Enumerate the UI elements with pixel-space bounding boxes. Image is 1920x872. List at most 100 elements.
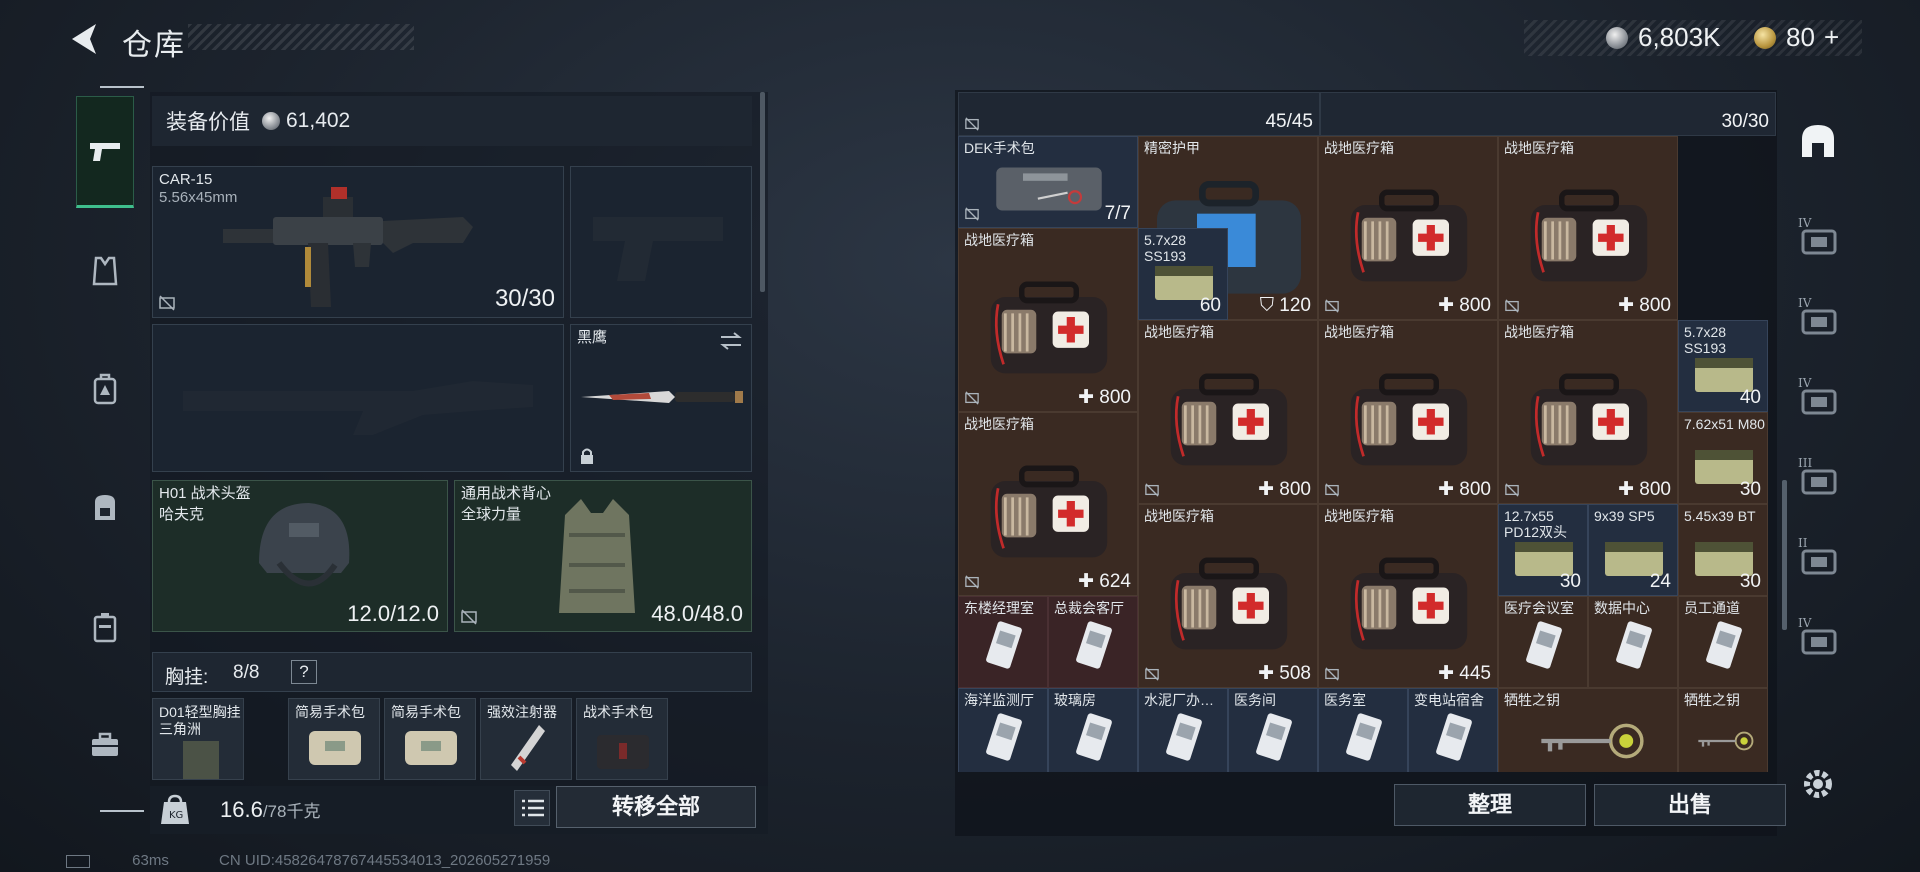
keycard-icon xyxy=(1166,713,1202,761)
item-name: 战地医疗箱 xyxy=(964,232,1034,248)
tactical-kit-icon xyxy=(597,735,649,769)
settings-gear-icon[interactable] xyxy=(1800,766,1836,802)
item-value: ✚ 800 xyxy=(1618,295,1671,316)
stash-item-med[interactable]: 战地医疗箱 ✚ 508 xyxy=(1138,504,1318,688)
list-icon xyxy=(522,799,544,817)
weight-icon: KG xyxy=(161,794,189,824)
rifle-icon xyxy=(223,187,473,307)
ammo-count: 45/45 xyxy=(1265,111,1313,132)
stash-tab-tier[interactable]: IV xyxy=(1788,608,1848,670)
stash-item-key[interactable]: 牺牲之钥 xyxy=(1498,688,1678,772)
first-aid-kit-icon xyxy=(1350,557,1468,650)
stash-item-key[interactable]: 牺牲之钥 xyxy=(1678,688,1768,772)
stash-scrollbar[interactable] xyxy=(1782,480,1787,630)
stash-tab-tier[interactable]: III xyxy=(1788,448,1848,510)
key-icon xyxy=(1698,731,1754,751)
helmet-durability: 12.0/12.0 xyxy=(347,601,439,626)
stash-item-med[interactable]: 战地医疗箱 ✚ 800 xyxy=(1318,320,1498,504)
helmet-slot[interactable]: H01 战术头盔 哈夫克 12.0/12.0 xyxy=(152,480,448,632)
stash-item-med[interactable]: 战地医疗箱 ✚ 800 xyxy=(1498,136,1678,320)
transfer-all-button[interactable]: 转移全部 xyxy=(556,786,756,828)
stash-item-med[interactable]: 战地医疗箱 ✚ 800 xyxy=(1318,136,1498,320)
stash-item-ammo[interactable]: 5.7x28 SS193 60 xyxy=(1138,228,1228,320)
stash-item-med[interactable]: 战地医疗箱 ✚ 800 xyxy=(1138,320,1318,504)
stash-item-ammo[interactable]: 5.45x39 BT 30 xyxy=(1678,504,1768,596)
tab-backpack[interactable] xyxy=(76,478,134,536)
vault-icon xyxy=(1802,125,1834,157)
item-art xyxy=(1149,711,1219,768)
stash-item-card[interactable]: 海洋监测厅 xyxy=(958,688,1048,772)
pocket-slot[interactable]: 简易手术包 xyxy=(384,698,476,780)
stash-item-card[interactable]: 医务间 xyxy=(1228,688,1318,772)
stash-item-card[interactable]: 玻璃房 xyxy=(1048,688,1138,772)
stash-item-card[interactable]: 水泥厂办… xyxy=(1138,688,1228,772)
stash-item-med[interactable]: 战地医疗箱 ✚ 800 xyxy=(958,228,1138,412)
stash-cell[interactable]: 30/30 xyxy=(1320,92,1776,136)
pocket-slot[interactable]: 强效注射器 xyxy=(480,698,572,780)
stash-item-med[interactable]: 战地医疗箱 ✚ 800 xyxy=(1498,320,1678,504)
item-art xyxy=(969,619,1039,676)
stash-item-ammo[interactable]: 12.7x55 PD12双头 30 xyxy=(1498,504,1588,596)
stash-item-card[interactable]: 总裁会客厅 xyxy=(1048,596,1138,688)
pocket-slot[interactable]: 战术手术包 xyxy=(576,698,668,780)
surgery-kit-icon xyxy=(309,731,361,765)
vest-icon xyxy=(559,499,635,613)
item-name: 5.45x39 BT xyxy=(1684,508,1756,524)
no-insurance-icon xyxy=(965,207,979,221)
vest-brand: 全球力量 xyxy=(461,506,522,523)
sell-button[interactable]: 出售 xyxy=(1594,784,1786,826)
sort-button[interactable]: 整理 xyxy=(1394,784,1586,826)
tab-toolbox[interactable] xyxy=(76,716,134,774)
stash-item-card[interactable]: 东楼经理室 xyxy=(958,596,1048,688)
secondary-weapon-slot[interactable] xyxy=(152,324,564,472)
stash-item-card[interactable]: 数据中心 xyxy=(1588,596,1678,688)
equipment-scrollbar[interactable] xyxy=(760,92,765,292)
back-arrow-icon[interactable] xyxy=(66,20,100,58)
tab-chest-rig[interactable] xyxy=(76,360,134,418)
list-view-button[interactable] xyxy=(514,790,550,826)
item-name: 5.7x28 SS193 xyxy=(1144,232,1187,264)
item-name: 东楼经理室 xyxy=(964,600,1034,616)
stash-item-card[interactable]: 员工通道 xyxy=(1678,596,1768,688)
backpack-icon xyxy=(95,495,115,520)
stash-item-card[interactable]: 医疗会议室 xyxy=(1498,596,1588,688)
keycard-icon xyxy=(1436,713,1472,761)
stash-item-ammo[interactable]: 5.7x28 SS193 40 xyxy=(1678,320,1768,412)
stash-item-med[interactable]: 战地医疗箱 ✚ 445 xyxy=(1318,504,1498,688)
equipment-value-amount: 61,402 xyxy=(286,109,351,132)
item-value: 30 xyxy=(1739,571,1761,592)
no-insurance-icon xyxy=(1145,667,1159,681)
melee-slot[interactable]: 黑鹰 xyxy=(570,324,752,472)
item-value: ✚ 508 xyxy=(1258,663,1311,684)
sidearm-slot[interactable] xyxy=(570,166,752,318)
injector-icon xyxy=(511,725,545,771)
stash-item-kit[interactable]: DEK手术包 7/7 xyxy=(958,136,1138,228)
tab-case[interactable] xyxy=(76,598,134,656)
help-button[interactable]: ? xyxy=(291,660,317,684)
sidebar-divider-top xyxy=(100,86,144,88)
pocket-slot[interactable]: 简易手术包 xyxy=(288,698,380,780)
weapon-ammo-count: 30/30 xyxy=(494,285,555,312)
stash-tab-tier[interactable]: IV xyxy=(1788,288,1848,350)
vest-slot[interactable]: 通用战术背心 全球力量 48.0/48.0 xyxy=(454,480,752,632)
stash-cell[interactable]: 45/45 xyxy=(958,92,1320,136)
item-name: 5.7x28 SS193 xyxy=(1684,324,1727,356)
stash-tab-tier[interactable]: IV xyxy=(1788,208,1848,270)
swap-icon[interactable] xyxy=(719,331,743,351)
key-icon xyxy=(1541,723,1644,759)
tab-armor[interactable] xyxy=(76,242,134,300)
keycard-icon xyxy=(986,621,1022,669)
stash-item-med[interactable]: 战地医疗箱 ✚ 624 xyxy=(958,412,1138,596)
primary-weapon-slot[interactable]: CAR-15 5.56x45mm 30/30 xyxy=(152,166,564,318)
tab-weapons[interactable] xyxy=(76,96,134,208)
stash-tab-tier[interactable]: II xyxy=(1788,528,1848,590)
gold-add-button[interactable]: + xyxy=(1824,22,1839,53)
stash-item-card[interactable]: 医务室 xyxy=(1318,688,1408,772)
stash-tab-main[interactable] xyxy=(1788,110,1848,172)
pocket-slot[interactable]: D01轻型胸挂 三角洲 xyxy=(152,698,244,780)
stash-tab-tier[interactable]: IV xyxy=(1788,368,1848,430)
stash-item-card[interactable]: 变电站宿舍 xyxy=(1408,688,1498,772)
stash-item-ammo[interactable]: 7.62x51 M80 30 xyxy=(1678,412,1768,504)
item-value: ✚ 800 xyxy=(1438,479,1491,500)
stash-item-ammo[interactable]: 9x39 SP5 24 xyxy=(1588,504,1678,596)
